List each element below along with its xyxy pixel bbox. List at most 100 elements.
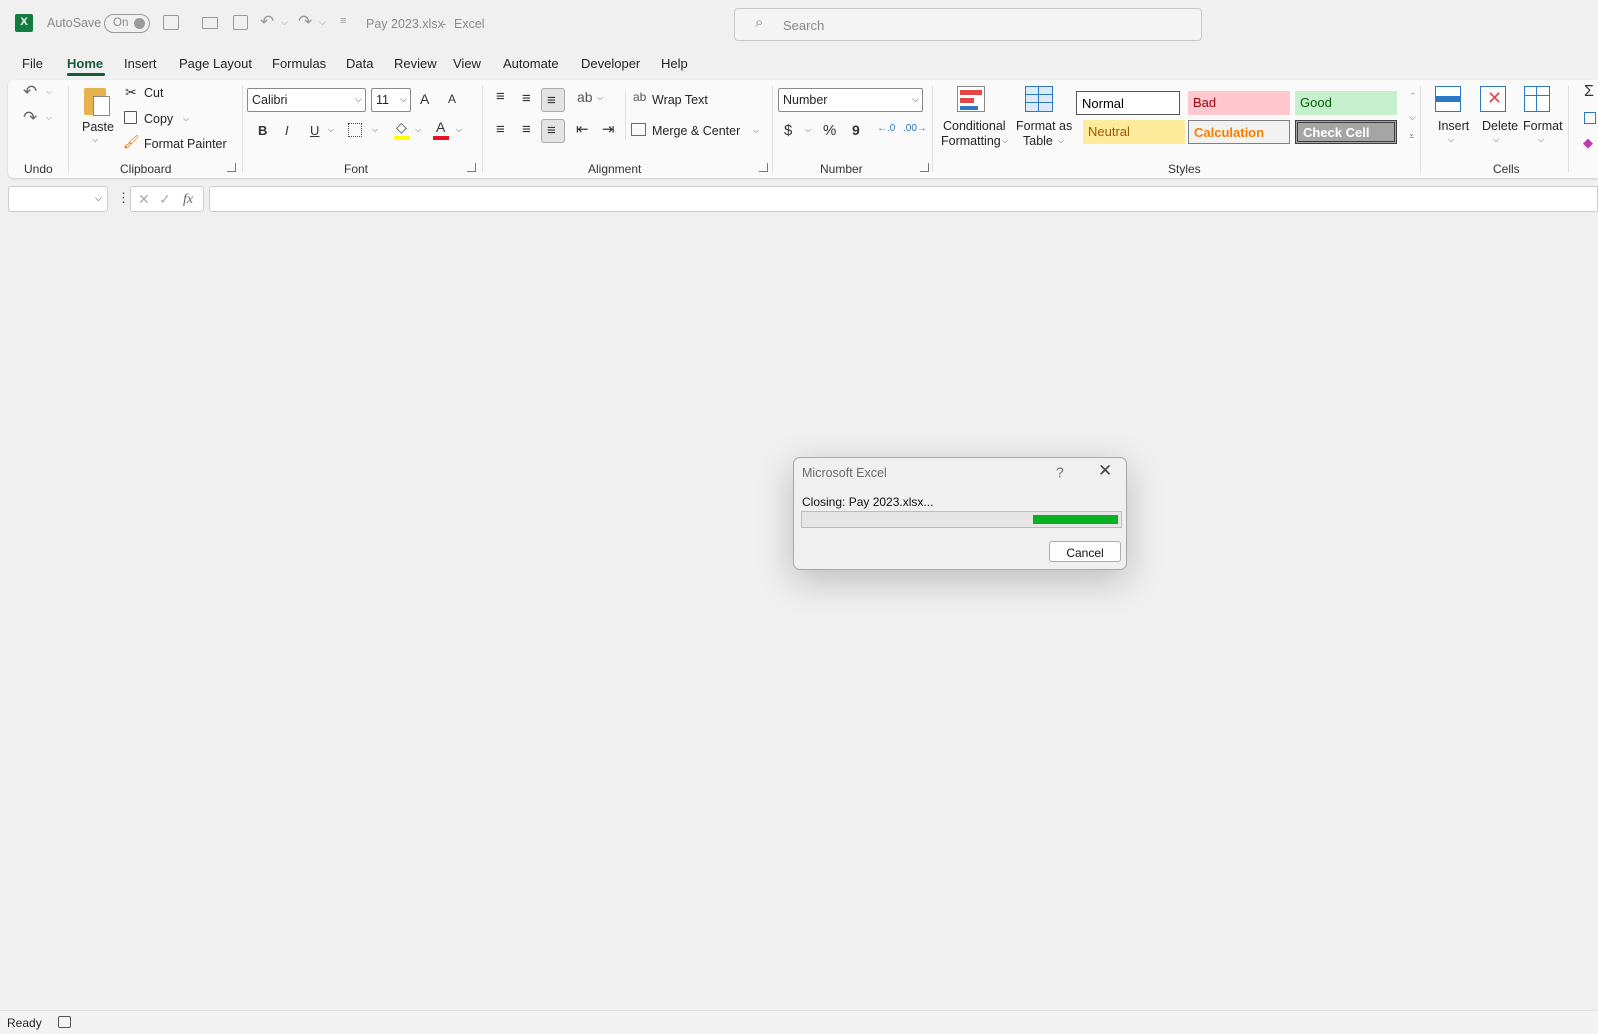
format-painter-icon[interactable]: 🖌 [123, 135, 140, 148]
comma-style-button[interactable]: 9 [852, 123, 860, 137]
font-launcher-icon[interactable] [467, 163, 476, 172]
tab-page-layout[interactable]: Page Layout [179, 56, 252, 71]
name-box[interactable]: ⌵ [8, 186, 108, 212]
style-check-cell[interactable]: Check Cell [1295, 120, 1397, 144]
format-cells-icon[interactable] [1522, 86, 1552, 116]
format-as-table-label-1[interactable]: Format as [1016, 119, 1072, 133]
borders-chevron-icon[interactable]: ⌵ [372, 126, 378, 134]
style-normal[interactable]: Normal [1076, 91, 1180, 115]
clipboard-launcher-icon[interactable] [227, 163, 236, 172]
wrap-text-icon[interactable]: ab [633, 91, 646, 103]
conditional-formatting-icon[interactable] [957, 86, 987, 116]
cut-icon[interactable]: ✂ [125, 85, 137, 99]
number-launcher-icon[interactable] [920, 163, 929, 172]
save-icon[interactable] [163, 15, 179, 30]
orientation-icon[interactable]: ab [577, 90, 593, 104]
format-painter-button[interactable]: Format Painter [144, 137, 227, 151]
cancel-button[interactable]: Cancel [1049, 541, 1121, 562]
fill-icon[interactable] [1584, 112, 1596, 124]
undo-dropdown-icon[interactable]: ⌵ [281, 17, 288, 28]
currency-chevron-icon[interactable]: ⌵ [805, 126, 811, 134]
currency-button[interactable]: $ [784, 123, 792, 138]
redo-dropdown-icon[interactable]: ⌵ [319, 17, 326, 28]
gallery-more-icon[interactable]: ⩡ [1409, 132, 1414, 141]
gallery-up-icon[interactable]: ⌃ [1409, 92, 1417, 101]
delete-cells-icon[interactable]: ✕ [1478, 86, 1508, 116]
tab-developer[interactable]: Developer [581, 56, 640, 71]
style-neutral[interactable]: Neutral [1083, 120, 1185, 144]
insert-cells-icon[interactable] [1433, 86, 1463, 116]
italic-button[interactable]: I [285, 124, 289, 137]
orientation-chevron-icon[interactable]: ⌵ [597, 94, 603, 102]
paste-icon[interactable] [82, 86, 112, 116]
confirm-entry-icon[interactable]: ✓ [159, 191, 171, 208]
tab-file[interactable]: File [22, 56, 43, 71]
style-good[interactable]: Good [1295, 91, 1397, 115]
font-size-select[interactable]: 11 ⌵ [371, 88, 411, 112]
shrink-font-icon[interactable]: A [448, 93, 456, 105]
save-as-icon[interactable] [233, 15, 248, 30]
tab-help[interactable]: Help [661, 56, 688, 71]
cut-button[interactable]: Cut [144, 86, 163, 100]
cancel-entry-icon[interactable]: ✕ [138, 191, 150, 208]
copy-button[interactable]: Copy [144, 112, 173, 126]
font-name-select[interactable]: Calibri ⌵ [247, 88, 366, 112]
redo-chevron-icon[interactable]: ⌵ [46, 114, 52, 122]
percent-button[interactable]: % [823, 123, 836, 138]
formula-input[interactable] [209, 186, 1598, 212]
search-box[interactable]: ⌕ Search [734, 8, 1202, 41]
merge-center-button[interactable]: Merge & Center [652, 124, 740, 138]
underline-chevron-icon[interactable]: ⌵ [328, 126, 334, 134]
tab-home[interactable]: Home [67, 56, 103, 71]
redo-icon[interactable]: ↷ [23, 109, 37, 126]
undo-quick-icon[interactable]: ↶ [260, 12, 274, 32]
font-color-chevron-icon[interactable]: ⌵ [456, 126, 462, 134]
close-icon[interactable]: ✕ [1098, 461, 1112, 481]
gallery-down-icon[interactable]: ⌵ [1409, 113, 1416, 122]
insert-function-button[interactable]: fx [183, 192, 193, 208]
conditional-formatting-label-1[interactable]: Conditional [943, 119, 1006, 133]
chevron-down-icon[interactable]: ⌵ [1002, 137, 1008, 145]
chevron-down-icon[interactable]: ⌵ [1538, 136, 1544, 144]
paste-label[interactable]: Paste [82, 120, 114, 134]
undo-icon[interactable]: ↶ [23, 83, 37, 100]
customize-qat-icon[interactable]: ≡ [340, 15, 346, 27]
more-options-icon[interactable]: ⋮ [117, 190, 130, 206]
tab-formulas[interactable]: Formulas [272, 56, 326, 71]
increase-decimal-icon[interactable]: ←.0 [877, 124, 895, 134]
chevron-down-icon[interactable]: ⌵ [1058, 137, 1064, 145]
redo-quick-icon[interactable]: ↷ [298, 12, 312, 32]
style-calculation[interactable]: Calculation [1188, 120, 1290, 144]
tab-data[interactable]: Data [346, 56, 373, 71]
align-top-icon[interactable]: ≡ [496, 89, 505, 104]
decrease-indent-icon[interactable]: ⇤ [576, 122, 589, 137]
decrease-decimal-icon[interactable]: .00→ [903, 124, 927, 134]
paste-chevron-icon[interactable]: ⌵ [92, 136, 98, 144]
help-icon[interactable]: ? [1056, 464, 1064, 480]
copy-chevron-icon[interactable]: ⌵ [183, 115, 189, 123]
alignment-launcher-icon[interactable] [759, 163, 768, 172]
insert-cells-button[interactable]: Insert [1438, 119, 1469, 133]
chevron-down-icon[interactable]: ⌵ [1448, 136, 1454, 144]
align-center-icon[interactable]: ≡ [522, 122, 531, 137]
undo-chevron-icon[interactable]: ⌵ [46, 88, 52, 96]
format-as-table-label-2[interactable]: Table [1023, 134, 1053, 148]
grow-font-icon[interactable]: A [420, 92, 429, 106]
underline-button[interactable]: U [310, 124, 319, 137]
format-cells-button[interactable]: Format [1523, 119, 1563, 133]
autosave-toggle[interactable]: On [104, 14, 150, 33]
bold-button[interactable]: B [258, 124, 267, 137]
delete-cells-button[interactable]: Delete [1482, 119, 1518, 133]
tab-insert[interactable]: Insert [124, 56, 157, 71]
tab-automate[interactable]: Automate [503, 56, 559, 71]
tab-review[interactable]: Review [394, 56, 437, 71]
conditional-formatting-label-2[interactable]: Formatting [941, 134, 1001, 148]
open-folder-icon[interactable] [202, 17, 218, 29]
align-left-icon[interactable]: ≡ [496, 122, 505, 137]
autosum-icon[interactable]: Σ [1584, 84, 1594, 100]
fill-color-chevron-icon[interactable]: ⌵ [415, 126, 421, 134]
accessibility-icon[interactable] [58, 1016, 71, 1028]
clear-icon[interactable]: ◆ [1583, 136, 1593, 149]
tab-view[interactable]: View [453, 56, 481, 71]
wrap-text-button[interactable]: Wrap Text [652, 93, 708, 107]
